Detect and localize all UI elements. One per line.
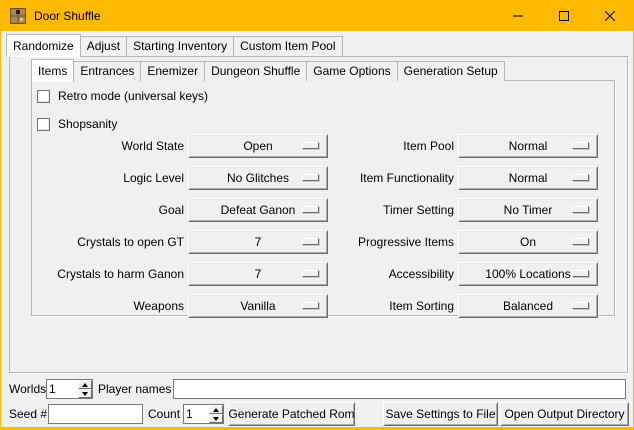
crystals-ganon-label: Crystals to harm Ganon: [31, 262, 184, 286]
shopsanity-label: Shopsanity: [58, 117, 117, 131]
tab-adjust[interactable]: Adjust: [80, 36, 127, 56]
item-sorting-dropdown[interactable]: Balanced: [458, 294, 598, 318]
optionmenu-indicator-icon: [572, 302, 589, 309]
window-controls: [495, 1, 633, 31]
door-shuffle-window: Door Shuffle Randomize Adjust Starting I…: [0, 0, 634, 430]
tab-randomize[interactable]: Randomize: [6, 34, 81, 57]
tab-items[interactable]: Items: [31, 59, 74, 82]
main-tab-bar: Randomize Adjust Starting Inventory Cust…: [6, 33, 343, 56]
open-output-directory-button[interactable]: Open Output Directory: [500, 402, 629, 426]
logic-level-label: Logic Level: [31, 166, 184, 190]
spin-down-button[interactable]: [209, 414, 223, 423]
item-sorting-label: Item Sorting: [301, 294, 454, 318]
tab-dungeon-shuffle[interactable]: Dungeon Shuffle: [204, 61, 307, 81]
item-pool-dropdown[interactable]: Normal: [458, 134, 598, 158]
count-spinner[interactable]: [183, 404, 224, 424]
seed-label: Seed #: [9, 404, 47, 424]
world-state-label: World State: [31, 134, 184, 158]
window-title: Door Shuffle: [34, 9, 101, 23]
shopsanity-row: Shopsanity: [37, 117, 117, 131]
progressive-items-label: Progressive Items: [301, 230, 454, 254]
tab-custom-item-pool[interactable]: Custom Item Pool: [233, 36, 342, 56]
worlds-spinner-arrows: [78, 380, 92, 398]
tab-enemizer[interactable]: Enemizer: [140, 61, 205, 81]
accessibility-dropdown[interactable]: 100% Locations: [458, 262, 598, 286]
door-app-icon: [10, 8, 26, 24]
optionmenu-indicator-icon: [572, 142, 589, 149]
arrow-up-icon: [213, 408, 219, 412]
worlds-input[interactable]: [47, 380, 78, 398]
spin-up-button[interactable]: [78, 380, 92, 389]
crystals-gt-label: Crystals to open GT: [31, 230, 184, 254]
seed-input[interactable]: [48, 404, 143, 424]
weapons-label: Weapons: [31, 294, 184, 318]
optionmenu-indicator-icon: [572, 270, 589, 277]
retro-mode-label: Retro mode (universal keys): [58, 89, 208, 103]
player-names-input[interactable]: [173, 379, 626, 399]
retro-mode-checkbox[interactable]: [37, 90, 50, 103]
spin-up-button[interactable]: [209, 405, 223, 414]
tab-game-options[interactable]: Game Options: [306, 61, 397, 81]
minimize-button[interactable]: [495, 1, 541, 31]
worlds-label: Worlds: [9, 379, 46, 399]
tab-starting-inventory[interactable]: Starting Inventory: [126, 36, 234, 56]
progressive-items-dropdown[interactable]: On: [458, 230, 598, 254]
timer-setting-label: Timer Setting: [301, 198, 454, 222]
maximize-icon: [559, 11, 569, 21]
minimize-icon: [513, 11, 523, 21]
count-label: Count: [148, 404, 180, 424]
player-names-label: Player names: [98, 379, 171, 399]
count-spinner-arrows: [209, 405, 223, 423]
arrow-down-icon: [213, 417, 219, 421]
tab-entrances[interactable]: Entrances: [73, 61, 141, 81]
item-functionality-dropdown[interactable]: Normal: [458, 166, 598, 190]
sub-tab-bar: Items Entrances Enemizer Dungeon Shuffle…: [31, 58, 505, 81]
title-bar[interactable]: Door Shuffle: [1, 1, 633, 31]
item-pool-label: Item Pool: [301, 134, 454, 158]
close-icon: [605, 11, 615, 21]
goal-label: Goal: [31, 198, 184, 222]
close-button[interactable]: [587, 1, 633, 31]
optionmenu-indicator-icon: [572, 206, 589, 213]
save-settings-button[interactable]: Save Settings to File: [383, 402, 498, 426]
optionmenu-indicator-icon: [572, 174, 589, 181]
arrow-up-icon: [82, 383, 88, 387]
retro-mode-row: Retro mode (universal keys): [37, 89, 208, 103]
count-input[interactable]: [184, 405, 209, 423]
spin-down-button[interactable]: [78, 389, 92, 398]
tab-generation-setup[interactable]: Generation Setup: [397, 61, 505, 81]
worlds-spinner[interactable]: [46, 379, 93, 399]
accessibility-label: Accessibility: [301, 262, 454, 286]
optionmenu-indicator-icon: [572, 238, 589, 245]
maximize-button[interactable]: [541, 1, 587, 31]
arrow-down-icon: [82, 392, 88, 396]
timer-setting-dropdown[interactable]: No Timer: [458, 198, 598, 222]
item-functionality-label: Item Functionality: [301, 166, 454, 190]
shopsanity-checkbox[interactable]: [37, 118, 50, 131]
generate-patched-rom-button[interactable]: Generate Patched Rom: [228, 402, 355, 426]
